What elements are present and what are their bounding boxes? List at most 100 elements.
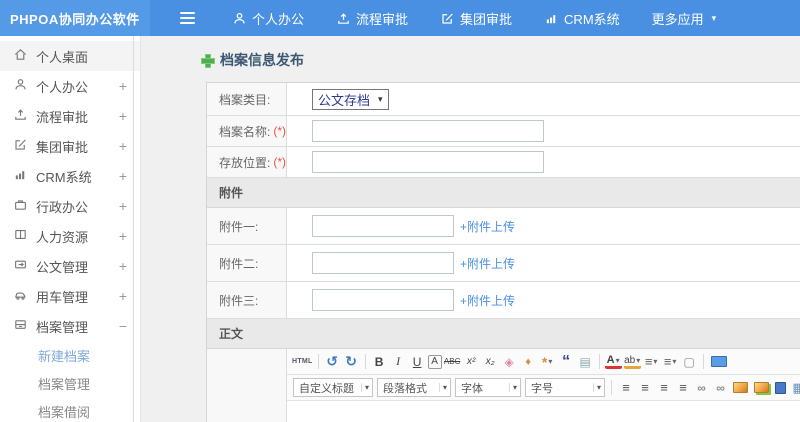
archive-form: 档案类目: 公文存档 ▾ 档案名称: (*) 存放位置: (*) 附件 附件一:… [206,82,800,422]
html-source-button[interactable]: HTML [292,352,313,372]
expand-plus-icon[interactable]: + [119,108,127,124]
nav-label: CRM系统 [564,11,620,27]
collapse-minus-icon[interactable]: − [119,318,127,334]
storage-location-input[interactable] [312,151,544,173]
insert-table-icon[interactable]: ▦ [790,378,800,398]
sidebar-item-group-approval[interactable]: 集团审批 + [0,131,140,161]
caret-down-icon: ▾ [711,12,717,23]
caret-down-icon: ▾ [378,93,383,104]
category-select[interactable]: 公文存档 ▾ [312,88,389,110]
nav-item-personal-office[interactable]: 个人办公 [220,0,316,36]
new-document-icon[interactable]: ▢ [681,352,698,372]
form-row-attachment-3: 附件三: +附件上传 [207,282,800,319]
sidebar-item-document-mgmt[interactable]: 公文管理 + [0,251,140,281]
attachment-3-upload-link[interactable]: +附件上传 [460,292,515,309]
fullscreen-icon[interactable] [710,356,727,367]
hamburger-menu-icon[interactable] [164,0,210,36]
car-icon [13,287,36,305]
sidebar-item-vehicle-mgmt[interactable]: 用车管理 + [0,281,140,311]
nav-item-group-approval[interactable]: 集团审批 [428,0,524,36]
bar-chart-icon [13,167,36,185]
archive-name-input[interactable] [312,120,544,142]
upload-image-icon[interactable] [754,382,769,393]
underline-button[interactable]: U [409,352,426,372]
format-brush-icon[interactable]: ♦ [520,352,537,372]
sidebar-item-hr[interactable]: 人力资源 + [0,221,140,251]
blockquote-icon[interactable]: “ [558,352,575,372]
sidebar-subitem-archive-mgmt[interactable]: 档案管理 [0,369,140,397]
sidebar-item-crm-system[interactable]: CRM系统 + [0,161,140,191]
sidebar-item-label: 集团审批 [36,139,89,155]
sidebar-item-personal-desktop[interactable]: 个人桌面 [0,41,140,71]
paragraph-format-select[interactable]: 段落格式 ▾ [377,378,451,397]
sidebar-item-label: 用车管理 [36,289,89,305]
expand-plus-icon[interactable]: + [119,258,127,274]
nav-label: 流程审批 [356,11,409,27]
green-plus-icon [201,54,215,68]
superscript-button[interactable]: x² [463,352,480,372]
attachment-3-input[interactable] [312,289,454,311]
align-center-icon[interactable]: ≡ [636,378,653,398]
bold-button[interactable]: B [371,352,388,372]
nav-item-workflow-approval[interactable]: 流程审批 [324,0,420,36]
top-nav: 个人办公 流程审批 集团审批 CRM系统 更多应用 ▾ [220,0,728,36]
sidebar-item-personal-office[interactable]: 个人办公 + [0,71,140,101]
nav-item-more-apps[interactable]: 更多应用 ▾ [640,0,729,36]
custom-heading-select[interactable]: 自定义标题 ▾ [293,378,373,397]
briefcase-icon [13,197,36,215]
subscript-button[interactable]: x₂ [482,352,499,372]
redo-icon[interactable]: ↻ [343,352,360,372]
insert-image-icon[interactable] [733,382,748,393]
autoformat-icon[interactable]: * ▾ [539,352,556,372]
book-icon [13,227,36,245]
align-justify-icon[interactable]: ≡ [674,378,691,398]
sidebar-subitem-new-archive[interactable]: 新建档案 [0,341,140,369]
font-color-button[interactable]: A ▾ [604,354,622,369]
sidebar-item-workflow-approval[interactable]: 流程审批 + [0,101,140,131]
expand-plus-icon[interactable]: + [119,138,127,154]
font-size-select[interactable]: 字号 ▾ [525,378,605,397]
expand-plus-icon[interactable]: + [119,198,127,214]
attachment-1-input[interactable] [312,215,454,237]
page-title: 档案信息发布 [201,50,800,70]
italic-button[interactable]: I [390,352,407,372]
sidebar-subitem-archive-borrow[interactable]: 档案借阅 [0,397,140,422]
highlight-color-button[interactable]: ab ▾ [623,354,641,369]
font-style-button[interactable]: A [427,354,442,369]
rich-text-editor: HTML ↺ ↻ B I U A ABC x² x₂ ◈ ♦ * ▾ “ ▤ A… [287,349,800,422]
archive-icon [13,317,36,335]
insert-link-icon[interactable]: ∞ [693,378,710,398]
expand-plus-icon[interactable]: + [119,228,127,244]
upload-icon [336,11,351,26]
expand-plus-icon[interactable]: + [119,168,127,184]
sidebar-item-label: 个人办公 [36,79,89,95]
font-family-select[interactable]: 字体 ▾ [455,378,521,397]
sidebar-item-archive-mgmt[interactable]: 档案管理 − [0,311,140,341]
align-right-icon[interactable]: ≡ [655,378,672,398]
ordered-list-button[interactable]: ≡ ▾ [643,352,660,372]
unordered-list-button[interactable]: ≡ ▾ [662,352,679,372]
form-row-attachment-1: 附件一: +附件上传 [207,208,800,245]
sidebar-item-label: 档案管理 [36,319,89,335]
attachment-2-label: 附件二: [207,245,287,281]
sidebar-scrollbar[interactable] [133,36,134,422]
remove-link-icon[interactable]: ∞ [712,378,729,398]
sidebar: 个人桌面 个人办公 + 流程审批 + 集团审批 + CRM系统 + 行政办公 + [0,36,140,422]
editor-content-area[interactable] [287,401,800,422]
attachment-1-upload-link[interactable]: +附件上传 [460,218,515,235]
eraser-icon[interactable]: ◈ [501,352,518,372]
expand-plus-icon[interactable]: + [119,78,127,94]
document-export-icon [13,257,36,275]
editor-toolbar-row2: 自定义标题 ▾ 段落格式 ▾ 字体 ▾ 字号 ▾ ≡ ≡ ≡ ≡ ∞ ∞ [287,375,800,401]
nav-item-crm-system[interactable]: CRM系统 [532,0,632,36]
undo-icon[interactable]: ↺ [324,352,341,372]
attachment-2-upload-link[interactable]: +附件上传 [460,255,515,272]
insert-media-icon[interactable] [775,381,786,394]
strikethrough-button[interactable]: ABC [444,352,461,372]
form-row-attachment-2: 附件二: +附件上传 [207,245,800,282]
paste-icon[interactable]: ▤ [577,352,594,372]
expand-plus-icon[interactable]: + [119,288,127,304]
attachment-2-input[interactable] [312,252,454,274]
align-left-icon[interactable]: ≡ [617,378,634,398]
sidebar-item-admin-office[interactable]: 行政办公 + [0,191,140,221]
